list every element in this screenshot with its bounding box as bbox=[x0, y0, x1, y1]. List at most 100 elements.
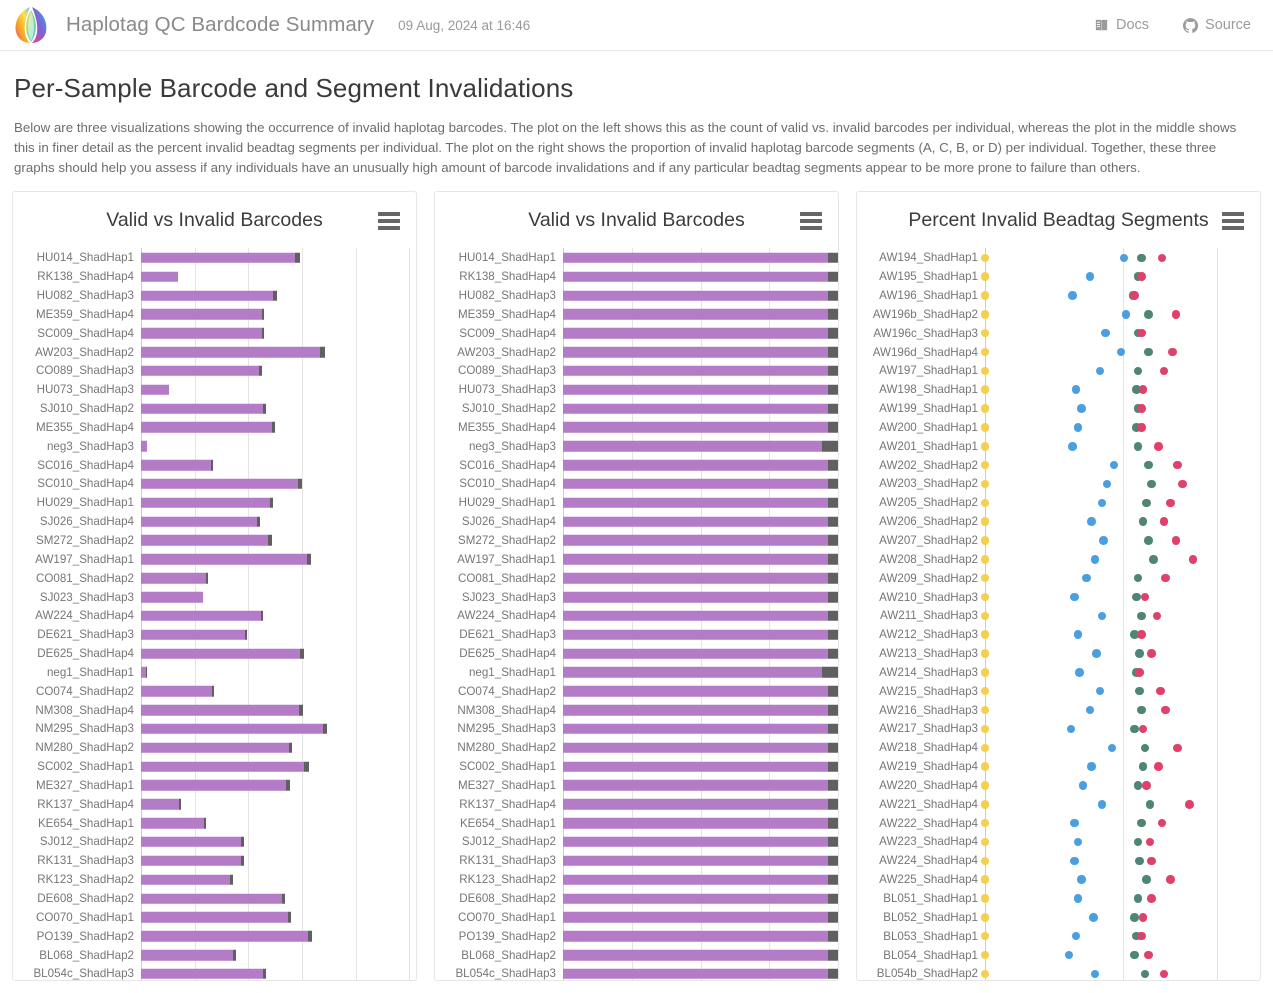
segment-dot-a[interactable] bbox=[980, 347, 990, 357]
invalid-bar-segment[interactable] bbox=[827, 968, 838, 980]
segment-dot-a[interactable] bbox=[980, 611, 990, 621]
segment-dot-a[interactable] bbox=[980, 573, 990, 583]
invalid-bar-segment[interactable] bbox=[297, 478, 302, 490]
segment-dot-b[interactable] bbox=[1140, 969, 1150, 979]
segment-dot-c[interactable] bbox=[1116, 347, 1126, 357]
hamburger-menu-icon[interactable] bbox=[800, 212, 822, 231]
invalid-bar-segment[interactable] bbox=[827, 685, 838, 697]
segment-dot-a[interactable] bbox=[980, 743, 990, 752]
invalid-bar-segment[interactable] bbox=[307, 930, 313, 942]
segment-dot-a[interactable] bbox=[980, 328, 990, 338]
invalid-bar-segment[interactable] bbox=[821, 667, 838, 678]
valid-bar-segment[interactable] bbox=[141, 403, 263, 414]
valid-bar-segment[interactable] bbox=[141, 478, 298, 490]
segment-dot-a[interactable] bbox=[980, 555, 990, 564]
segment-dot-b[interactable] bbox=[1149, 555, 1158, 564]
invalid-bar-segment[interactable] bbox=[260, 610, 264, 622]
segment-dot-b[interactable] bbox=[1142, 498, 1151, 508]
segment-dot-c[interactable] bbox=[1071, 385, 1081, 394]
segment-dot-c[interactable] bbox=[1092, 649, 1101, 658]
segment-dot-c[interactable] bbox=[1071, 931, 1081, 941]
segment-dot-c[interactable] bbox=[1085, 705, 1095, 715]
invalid-bar-segment[interactable] bbox=[304, 761, 309, 772]
segment-dot-a[interactable] bbox=[980, 291, 990, 300]
valid-bar-segment[interactable] bbox=[141, 893, 282, 904]
segment-dot-a[interactable] bbox=[980, 385, 990, 394]
valid-bar-segment[interactable] bbox=[563, 384, 828, 395]
segment-dot-b[interactable] bbox=[1132, 592, 1141, 602]
segment-dot-c[interactable] bbox=[1099, 536, 1108, 545]
nav-link-source[interactable]: Source bbox=[1183, 17, 1251, 33]
invalid-bar-segment[interactable] bbox=[281, 893, 286, 904]
segment-dot-c[interactable] bbox=[1073, 837, 1083, 847]
invalid-bar-segment[interactable] bbox=[262, 968, 266, 980]
segment-dot-a[interactable] bbox=[980, 950, 990, 960]
valid-bar-segment[interactable] bbox=[141, 780, 287, 791]
invalid-bar-segment[interactable] bbox=[259, 365, 262, 377]
segment-dot-d[interactable] bbox=[1154, 442, 1163, 451]
segment-dot-d[interactable] bbox=[1140, 592, 1150, 602]
segment-dot-c[interactable] bbox=[1078, 781, 1088, 790]
segment-dot-b[interactable] bbox=[1137, 611, 1146, 621]
valid-bar-segment[interactable] bbox=[141, 817, 205, 829]
invalid-bar-segment[interactable] bbox=[233, 949, 236, 961]
segment-dot-d[interactable] bbox=[1171, 310, 1181, 319]
valid-bar-segment[interactable] bbox=[563, 441, 823, 452]
segment-dot-d[interactable] bbox=[1185, 800, 1194, 809]
segment-dot-a[interactable] bbox=[980, 913, 990, 922]
invalid-bar-segment[interactable] bbox=[145, 667, 147, 678]
valid-bar-segment[interactable] bbox=[141, 648, 300, 659]
valid-bar-segment[interactable] bbox=[563, 629, 828, 640]
segment-dot-c[interactable] bbox=[1109, 460, 1119, 470]
invalid-bar-segment[interactable] bbox=[320, 346, 326, 358]
segment-dot-d[interactable] bbox=[1137, 931, 1146, 941]
segment-dot-c[interactable] bbox=[1068, 442, 1077, 451]
segment-dot-c[interactable] bbox=[1102, 479, 1112, 489]
segment-dot-b[interactable] bbox=[1133, 894, 1143, 903]
invalid-bar-segment[interactable] bbox=[827, 497, 838, 509]
invalid-bar-segment[interactable] bbox=[827, 572, 838, 584]
segment-dot-a[interactable] bbox=[980, 875, 990, 884]
segment-dot-b[interactable] bbox=[1133, 837, 1143, 847]
segment-dot-d[interactable] bbox=[1166, 875, 1175, 884]
segment-dot-d[interactable] bbox=[1171, 536, 1181, 545]
invalid-bar-segment[interactable] bbox=[306, 554, 312, 565]
valid-bar-segment[interactable] bbox=[563, 497, 828, 509]
segment-dot-b[interactable] bbox=[1138, 517, 1148, 526]
segment-dot-b[interactable] bbox=[1135, 686, 1144, 696]
invalid-bar-segment[interactable] bbox=[828, 422, 838, 433]
invalid-bar-segment[interactable] bbox=[828, 290, 838, 301]
invalid-bar-segment[interactable] bbox=[827, 780, 838, 791]
valid-bar-segment[interactable] bbox=[563, 535, 828, 546]
invalid-bar-segment[interactable] bbox=[210, 459, 214, 471]
valid-bar-segment[interactable] bbox=[141, 874, 231, 885]
valid-bar-segment[interactable] bbox=[563, 968, 828, 980]
invalid-bar-segment[interactable] bbox=[204, 817, 207, 829]
segment-dot-d[interactable] bbox=[1138, 913, 1148, 922]
invalid-bar-segment[interactable] bbox=[828, 761, 838, 772]
segment-dot-d[interactable] bbox=[1137, 423, 1146, 432]
valid-bar-segment[interactable] bbox=[141, 290, 273, 301]
valid-bar-segment[interactable] bbox=[141, 591, 203, 603]
segment-dot-a[interactable] bbox=[980, 460, 990, 470]
valid-bar-segment[interactable] bbox=[141, 384, 170, 395]
valid-bar-segment[interactable] bbox=[563, 874, 828, 885]
valid-bar-segment[interactable] bbox=[563, 290, 829, 301]
invalid-bar-segment[interactable] bbox=[206, 572, 209, 584]
valid-bar-segment[interactable] bbox=[563, 346, 828, 358]
valid-bar-segment[interactable] bbox=[141, 742, 289, 753]
segment-dot-a[interactable] bbox=[980, 517, 990, 526]
valid-bar-segment[interactable] bbox=[563, 459, 828, 471]
invalid-bar-segment[interactable] bbox=[828, 723, 838, 735]
valid-bar-segment[interactable] bbox=[141, 497, 270, 509]
segment-dot-b[interactable] bbox=[1144, 347, 1153, 357]
valid-bar-segment[interactable] bbox=[141, 535, 269, 546]
valid-bar-segment[interactable] bbox=[563, 855, 828, 867]
valid-bar-segment[interactable] bbox=[141, 327, 262, 339]
invalid-bar-segment[interactable] bbox=[827, 949, 838, 961]
segment-dot-b[interactable] bbox=[1144, 460, 1153, 470]
valid-bar-segment[interactable] bbox=[141, 685, 213, 697]
segment-dot-c[interactable] bbox=[1077, 404, 1086, 413]
segment-dot-b[interactable] bbox=[1142, 875, 1151, 884]
valid-bar-segment[interactable] bbox=[141, 309, 262, 320]
